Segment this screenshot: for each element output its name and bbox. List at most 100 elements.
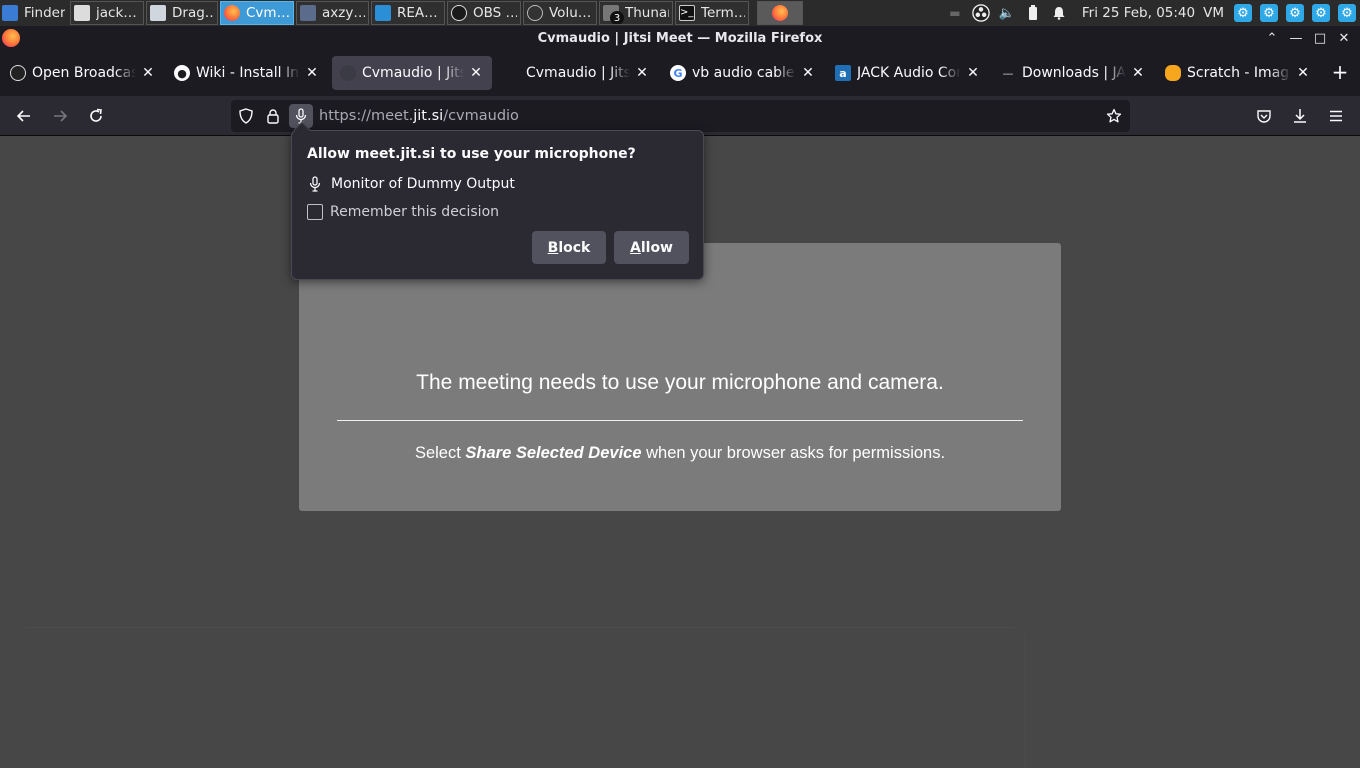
- taskbar-item-label: Thunar: [625, 5, 669, 21]
- tab-close-icon[interactable]: ✕: [468, 65, 484, 81]
- block-button[interactable]: Block: [532, 231, 606, 264]
- permission-prompt-card: The meeting needs to use your microphone…: [299, 243, 1061, 511]
- url-host: jit.si: [413, 108, 444, 124]
- gear-icon[interactable]: ⚙: [1338, 4, 1356, 22]
- tab-close-icon[interactable]: ✕: [965, 65, 981, 81]
- bookmark-star-icon[interactable]: [1102, 104, 1126, 128]
- tracking-protection-shield-icon[interactable]: [234, 104, 258, 128]
- taskbar-item-drag[interactable]: Drag…: [146, 1, 218, 25]
- network-icon[interactable]: ▬: [946, 4, 964, 22]
- allow-label: llow: [640, 239, 673, 256]
- tab-close-icon[interactable]: ✕: [800, 65, 816, 81]
- hamburger-menu-icon: [1330, 110, 1342, 122]
- microphone-device: Monitor of Dummy Output: [307, 176, 515, 192]
- tab-cvmaudio-jitsi-active[interactable]: Cvmaudio | Jitsi Me ✕: [332, 56, 492, 90]
- lock-icon[interactable]: [261, 104, 285, 128]
- taskbar-item-reaper[interactable]: REA…: [371, 1, 445, 25]
- taskbar-item-jack[interactable]: jack…: [70, 1, 144, 25]
- tab-label: Cvmaudio | Jitsi Me: [362, 65, 464, 81]
- permission-question: Allow meet.jit.si to use your microphone…: [307, 146, 636, 162]
- taskbar-item-terminal[interactable]: >_ Term…: [675, 1, 749, 25]
- instruction-emphasis: Share Selected Device: [465, 444, 642, 462]
- tab-open-broadcaster[interactable]: Open Broadcaster ✕: [2, 56, 164, 90]
- tab-label: Scratch - Imagine,: [1187, 65, 1291, 81]
- tab-close-icon[interactable]: ✕: [1295, 65, 1311, 81]
- workspace-label[interactable]: VM: [1203, 5, 1224, 21]
- maximize-button[interactable]: □: [1308, 31, 1332, 46]
- obs-tray-icon[interactable]: [972, 4, 990, 22]
- address-bar[interactable]: https://meet.jit.si/cvmaudio: [231, 100, 1130, 132]
- taskbar-item-axzy[interactable]: axzy…: [296, 1, 369, 25]
- download-icon: [1294, 109, 1306, 123]
- taskbar-item-label: Term…: [701, 5, 745, 21]
- pocket-icon: [1257, 110, 1271, 123]
- gear-icon[interactable]: ⚙: [1234, 4, 1252, 22]
- tab-vb-audio-cable[interactable]: G vb audio cable linu ✕: [662, 56, 824, 90]
- taskbar-item-label: Drag…: [172, 5, 214, 21]
- tab-close-icon[interactable]: ✕: [1130, 65, 1146, 81]
- app-menu-button[interactable]: [1324, 104, 1348, 128]
- allow-button[interactable]: Allow: [614, 231, 689, 264]
- tab-strip: Open Broadcaster ✕ ● Wiki - Install Inst…: [0, 50, 1360, 96]
- taskbar-item-label: Cvm…: [246, 5, 290, 21]
- taskbar-item-firefox-cvmaudio[interactable]: Cvm…: [220, 1, 294, 25]
- new-tab-button[interactable]: +: [1330, 62, 1350, 82]
- scratch-icon: [1165, 65, 1181, 81]
- speaker-icon[interactable]: 🔈: [998, 4, 1016, 22]
- remember-decision[interactable]: Remember this decision: [307, 204, 499, 220]
- downloads-button[interactable]: [1288, 104, 1312, 128]
- tab-scratch[interactable]: Scratch - Imagine, ✕: [1157, 56, 1319, 90]
- app-icon: [300, 5, 316, 21]
- tab-close-icon[interactable]: ✕: [140, 65, 156, 81]
- battery-icon[interactable]: [1024, 4, 1042, 22]
- blank-icon: [504, 65, 520, 81]
- taskbar-item-label: jack…: [96, 5, 137, 21]
- microphone-permission-popup: Allow meet.jit.si to use your microphone…: [291, 121, 704, 280]
- reload-button[interactable]: [84, 104, 108, 128]
- taskbar-item-firefox-launcher[interactable]: [757, 1, 803, 25]
- remember-decision-label[interactable]: Remember this decision: [330, 204, 499, 220]
- url-text[interactable]: https://meet.jit.si/cvmaudio: [319, 108, 1102, 124]
- minimize-button[interactable]: —: [1284, 31, 1308, 46]
- notification-bell-icon[interactable]: [1050, 4, 1068, 22]
- remember-decision-checkbox[interactable]: [307, 204, 323, 220]
- divider: [337, 420, 1023, 421]
- obs-icon: [10, 65, 26, 81]
- microphone-icon: [307, 176, 323, 192]
- tab-wiki-install[interactable]: ● Wiki - Install Instr ✕: [166, 56, 328, 90]
- tab-downloads-jack[interactable]: — Downloads | JACK A ✕: [992, 56, 1154, 90]
- url-path: /cvmaudio: [443, 108, 519, 124]
- permission-prompt-title: The meeting needs to use your microphone…: [416, 371, 944, 394]
- firefox-icon: [772, 5, 788, 21]
- tab-label: JACK Audio Connec: [857, 65, 961, 81]
- taskbar-item-obs[interactable]: OBS …: [447, 1, 521, 25]
- taskbar-item-thunar[interactable]: Thunar 3: [599, 1, 673, 25]
- terminal-icon: >_: [679, 5, 695, 21]
- gear-icon[interactable]: ⚙: [1312, 4, 1330, 22]
- clock[interactable]: Fri 25 Feb, 05:40: [1082, 5, 1195, 21]
- tab-close-icon[interactable]: ✕: [634, 65, 650, 81]
- forward-button[interactable]: [48, 104, 72, 128]
- pocket-button[interactable]: [1252, 104, 1276, 128]
- tab-close-icon[interactable]: ✕: [304, 65, 320, 81]
- taskbar-item-volume[interactable]: Volu…: [523, 1, 597, 25]
- gear-icon[interactable]: ⚙: [1260, 4, 1278, 22]
- firefox-icon: [224, 5, 240, 21]
- finder-icon: [2, 5, 18, 21]
- back-button[interactable]: [12, 104, 36, 128]
- instruction-suffix: when your browser asks for permissions.: [641, 444, 946, 462]
- block-label: lock: [558, 239, 591, 256]
- window-controls: ⌃ — □ ✕: [1260, 26, 1356, 50]
- tab-label: Downloads | JACK A: [1022, 65, 1126, 81]
- allow-accel-key: A: [630, 239, 641, 256]
- back-arrow-icon: [16, 110, 30, 122]
- window-shade-button[interactable]: ⌃: [1260, 31, 1284, 46]
- close-button[interactable]: ✕: [1332, 31, 1356, 46]
- taskbar-item-finder[interactable]: Finder: [0, 1, 68, 25]
- tab-jack-audio[interactable]: a JACK Audio Connec ✕: [827, 56, 989, 90]
- instruction-prefix: Select: [414, 444, 466, 462]
- window-titlebar: Cvmaudio | Jitsi Meet — Mozilla Firefox …: [0, 26, 1360, 50]
- tab-cvmaudio-jitsi[interactable]: Cvmaudio | Jitsi M ✕: [496, 56, 658, 90]
- divider: [1025, 634, 1026, 768]
- gear-icon[interactable]: ⚙: [1286, 4, 1304, 22]
